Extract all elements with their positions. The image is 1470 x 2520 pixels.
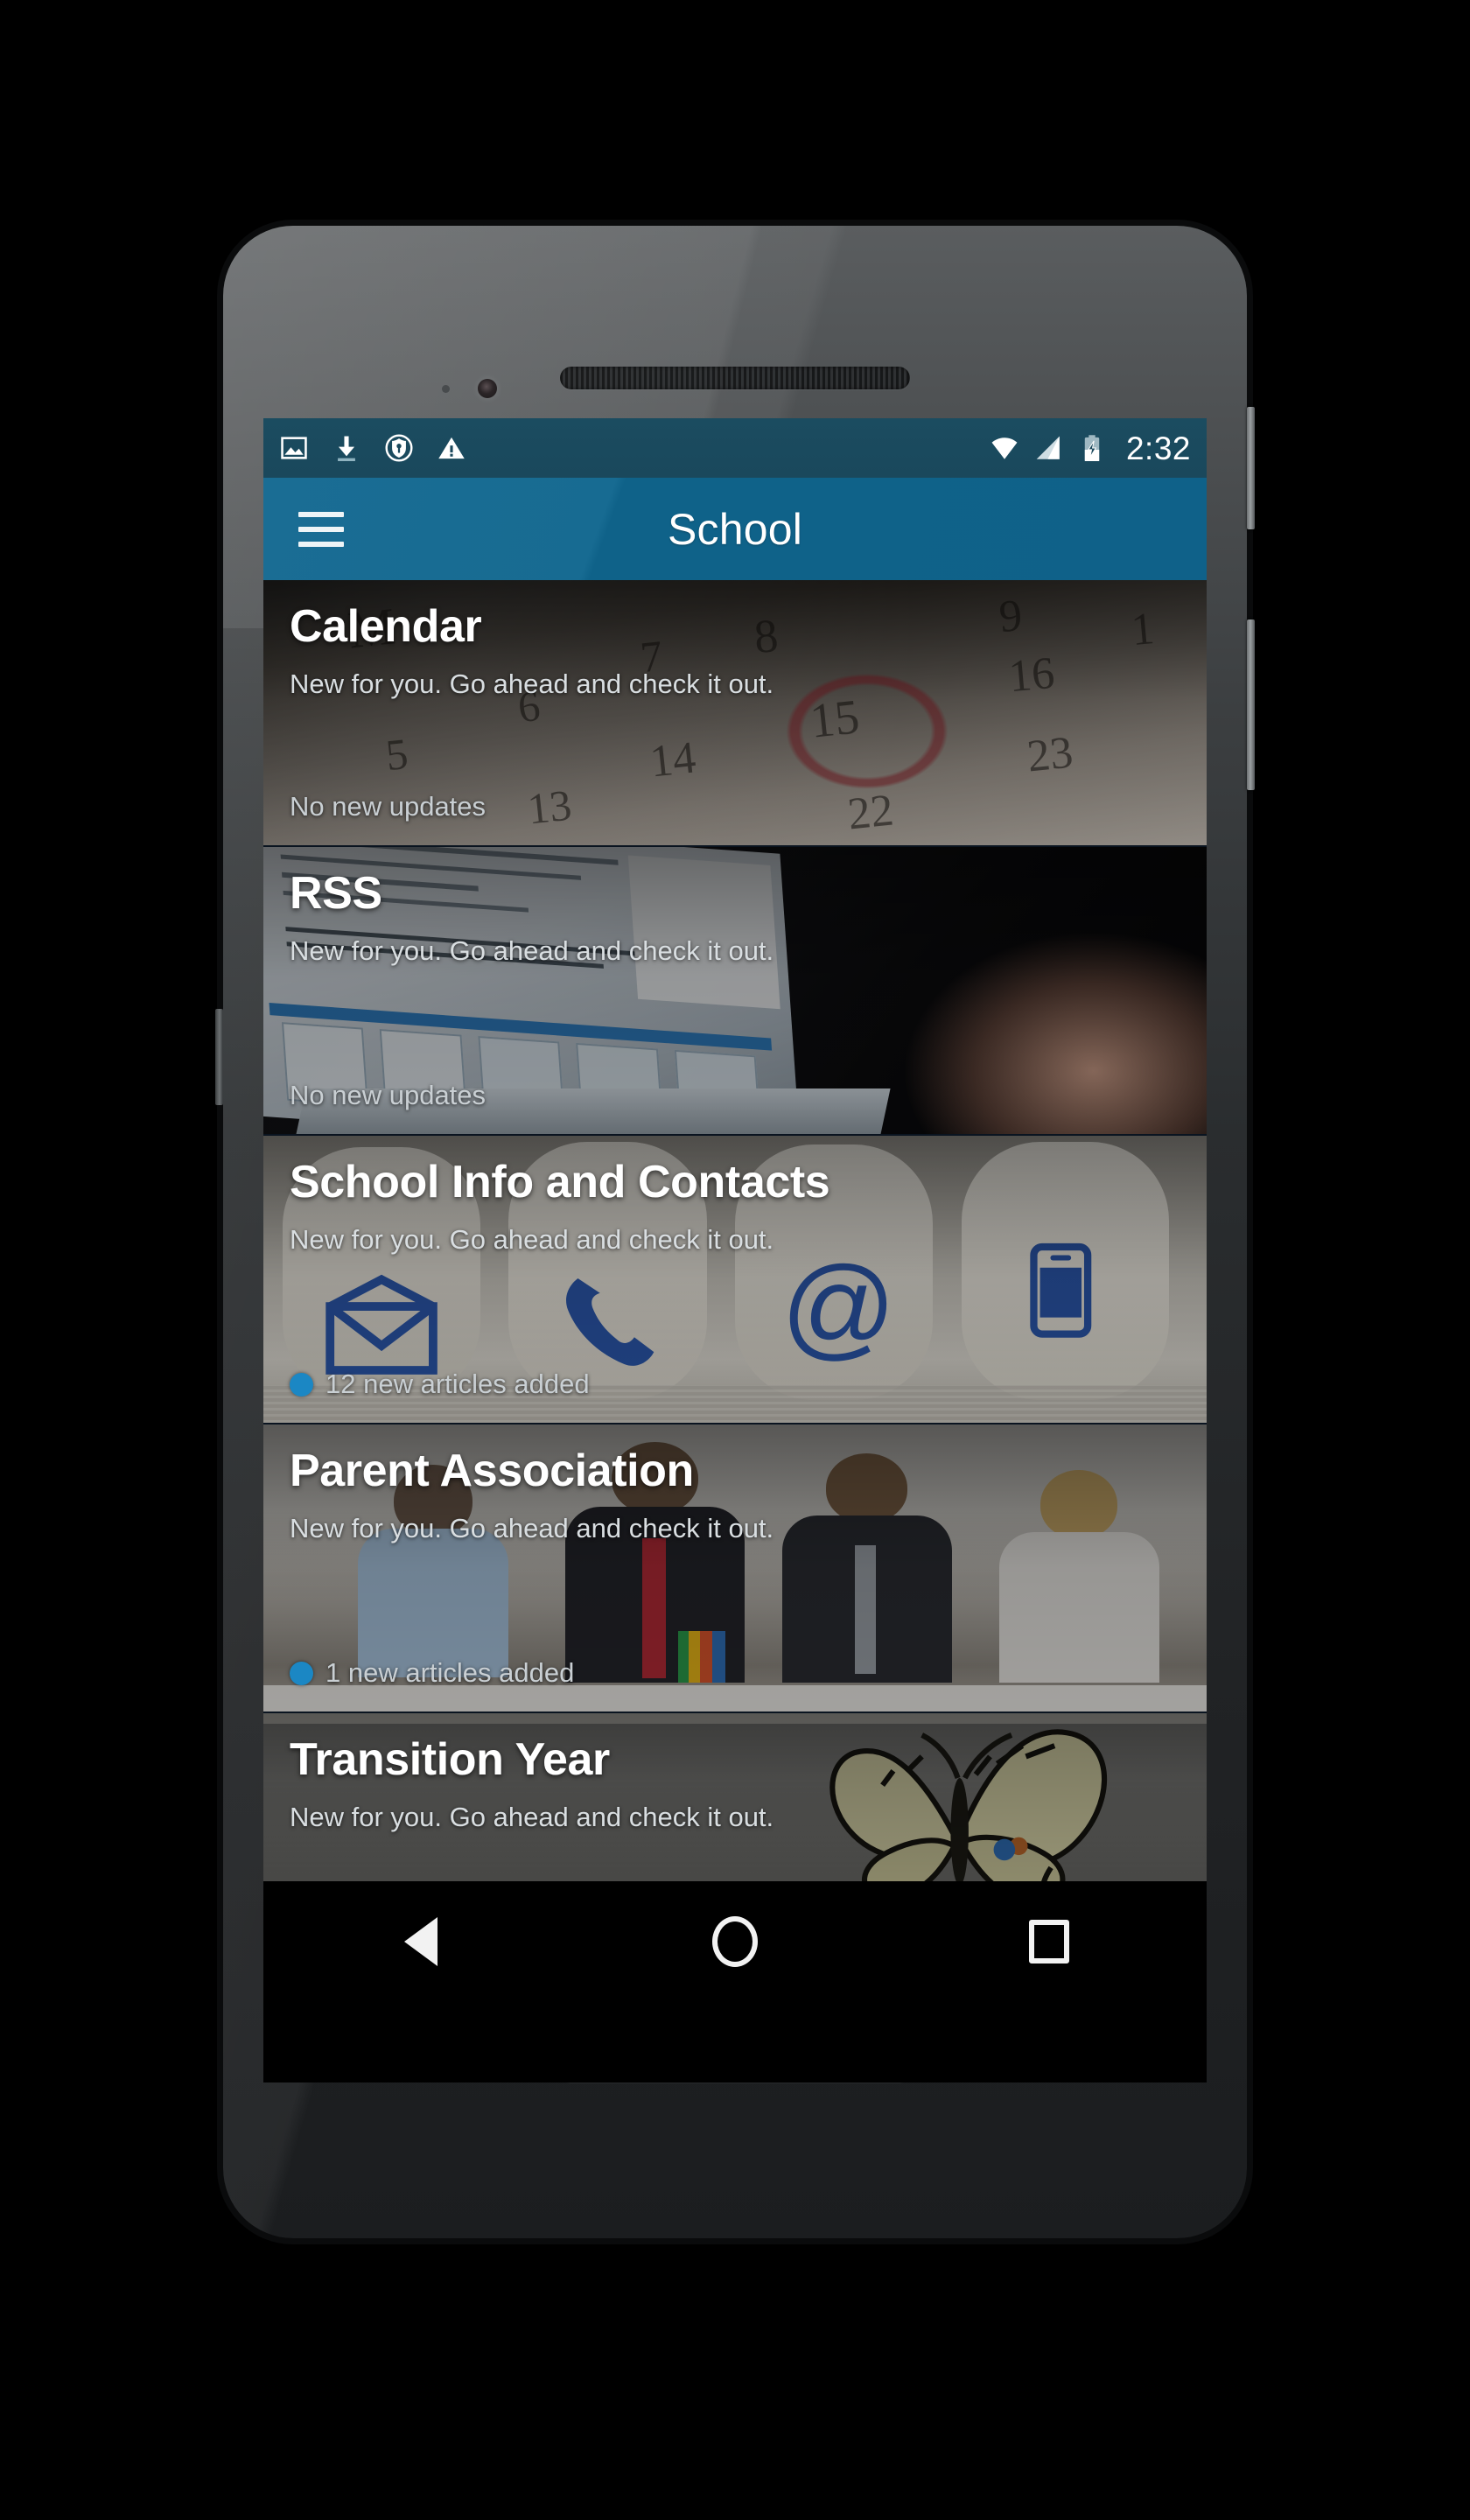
status-text: 12 new articles added bbox=[326, 1368, 590, 1399]
list-item-transition-year[interactable]: Transition Year New for you. Go ahead an… bbox=[263, 1713, 1207, 1881]
hamburger-menu-icon[interactable] bbox=[298, 511, 344, 547]
phone-screen: 2:32 School M 8 9 1 bbox=[263, 418, 1207, 2082]
list-item-rss[interactable]: RSS New for you. Go ahead and check it o… bbox=[263, 847, 1207, 1136]
new-items-badge bbox=[290, 1661, 313, 1685]
status-text: 1 new articles added bbox=[326, 1657, 575, 1688]
list-item-school-info-and-contacts[interactable]: @ School Info and Contacts New for you. … bbox=[263, 1136, 1207, 1424]
android-nav-bar bbox=[263, 1881, 1207, 2002]
card-title: Transition Year bbox=[290, 1734, 610, 1785]
card-status: No new updates bbox=[290, 791, 486, 822]
power-button[interactable] bbox=[1247, 407, 1255, 529]
recents-icon bbox=[1029, 1920, 1070, 1964]
screenshot-icon bbox=[281, 437, 307, 459]
status-bar-left-icons bbox=[279, 433, 466, 463]
card-subtitle: New for you. Go ahead and check it out. bbox=[290, 668, 774, 700]
card-subtitle: New for you. Go ahead and check it out. bbox=[290, 1802, 774, 1833]
card-status: No new updates bbox=[290, 1080, 486, 1111]
card-content: Transition Year New for you. Go ahead an… bbox=[263, 1713, 1207, 1881]
status-text: No new updates bbox=[290, 791, 486, 822]
card-status: 1 new articles added bbox=[290, 1657, 574, 1689]
card-subtitle: New for you. Go ahead and check it out. bbox=[290, 1513, 774, 1544]
app-bar: School bbox=[263, 478, 1207, 580]
vpn-key-shield-icon bbox=[385, 434, 413, 462]
back-icon bbox=[403, 1917, 438, 1966]
download-icon bbox=[338, 436, 355, 462]
card-title: RSS bbox=[290, 868, 382, 919]
battery-charging-icon bbox=[1084, 435, 1100, 462]
screenshot-canvas: 2:32 School M 8 9 1 bbox=[0, 0, 1470, 2520]
page-title: School bbox=[667, 504, 803, 554]
sim-tray[interactable] bbox=[215, 1009, 223, 1105]
nav-back-button[interactable] bbox=[368, 1902, 473, 1981]
volume-button[interactable] bbox=[1247, 620, 1255, 790]
nav-recents-button[interactable] bbox=[997, 1902, 1102, 1981]
list-item-calendar[interactable]: M 8 9 1 7 16 6 15 5 14 23 13 22 bbox=[263, 580, 1207, 847]
card-title: School Info and Contacts bbox=[290, 1157, 830, 1208]
front-camera bbox=[478, 379, 497, 398]
home-icon bbox=[711, 1916, 758, 1967]
status-bar-clock: 2:32 bbox=[1125, 430, 1191, 466]
card-title: Calendar bbox=[290, 601, 482, 652]
cellular-signal-icon bbox=[1036, 436, 1060, 459]
nav-home-button[interactable] bbox=[682, 1902, 788, 1981]
hamburger-line bbox=[298, 526, 344, 532]
list-item-parent-association[interactable]: Parent Association New for you. Go ahead… bbox=[263, 1424, 1207, 1713]
card-title: Parent Association bbox=[290, 1446, 694, 1496]
card-subtitle: New for you. Go ahead and check it out. bbox=[290, 935, 774, 967]
wifi-icon bbox=[991, 438, 1018, 459]
new-items-badge bbox=[290, 1372, 313, 1396]
card-subtitle: New for you. Go ahead and check it out. bbox=[290, 1224, 774, 1256]
earpiece-speaker bbox=[560, 367, 910, 389]
card-list: M 8 9 1 7 16 6 15 5 14 23 13 22 bbox=[263, 580, 1207, 1881]
status-bar: 2:32 bbox=[263, 418, 1207, 478]
warning-icon bbox=[438, 437, 465, 459]
card-status: 12 new articles added bbox=[290, 1368, 590, 1400]
proximity-sensor-icon bbox=[442, 385, 450, 393]
status-bar-right-icons: 2:32 bbox=[990, 432, 1191, 465]
hamburger-line bbox=[298, 541, 344, 547]
status-text: No new updates bbox=[290, 1080, 486, 1110]
hamburger-line bbox=[298, 511, 344, 517]
